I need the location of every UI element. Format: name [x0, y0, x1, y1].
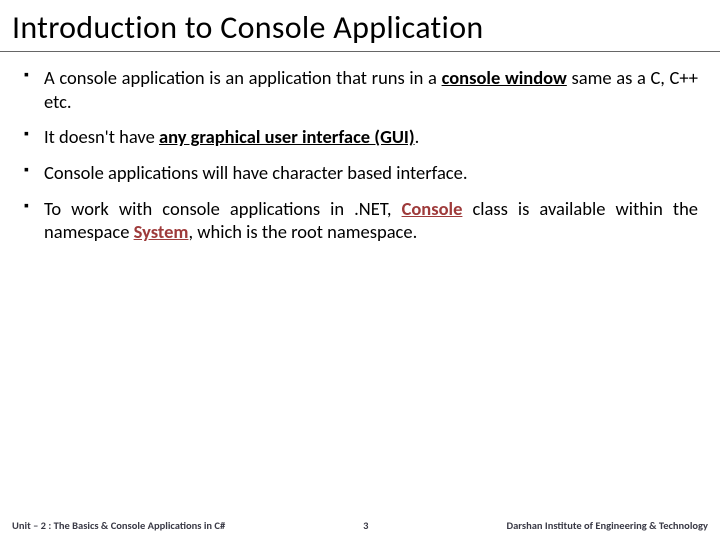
- text-emphasis: console window: [442, 66, 567, 89]
- bullet-item: A console application is an application …: [22, 66, 698, 113]
- slide-title: Introduction to Console Application: [0, 0, 720, 52]
- footer-left: Unit – 2 : The Basics & Console Applicat…: [12, 519, 225, 532]
- text: A console application is an application …: [44, 66, 442, 89]
- footer-page-number: 3: [225, 519, 506, 532]
- text: To work with console applications in .NE…: [44, 197, 402, 220]
- text: It doesn't have: [44, 125, 159, 148]
- bullet-item: It doesn't have any graphical user inter…: [22, 125, 698, 149]
- text: Console applications will have character…: [44, 161, 468, 184]
- slide-footer: Unit – 2 : The Basics & Console Applicat…: [0, 510, 720, 540]
- text: .: [415, 125, 420, 148]
- bullet-item: To work with console applications in .NE…: [22, 197, 698, 244]
- text-keyword: System: [134, 220, 189, 243]
- bullet-item: Console applications will have character…: [22, 161, 698, 185]
- slide-body: A console application is an application …: [0, 52, 720, 540]
- text-keyword: Console: [402, 197, 463, 220]
- slide: Introduction to Console Application A co…: [0, 0, 720, 540]
- footer-right: Darshan Institute of Engineering & Techn…: [506, 519, 708, 532]
- text-emphasis: any graphical user interface (GUI): [159, 125, 415, 148]
- text: , which is the root namespace.: [188, 220, 417, 243]
- bullet-list: A console application is an application …: [22, 66, 698, 244]
